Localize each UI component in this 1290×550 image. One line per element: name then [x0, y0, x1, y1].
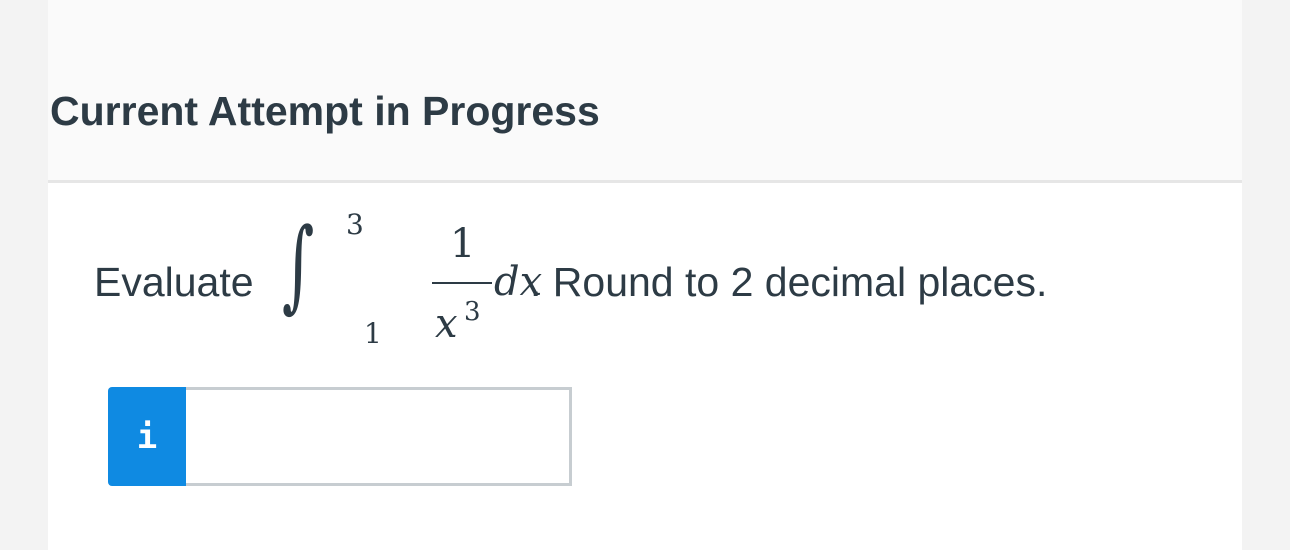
question-prefix: Evaluate [94, 259, 254, 305]
integral-sign: ∫ [282, 206, 315, 323]
fraction-bar [432, 282, 492, 284]
question-page: Current Attempt in Progress Evaluate ∫ 3… [48, 0, 1242, 550]
fraction-denominator-exponent: 3 [464, 297, 481, 327]
question-text: Evaluate ∫ 3 1 1 x 3 dx . Round to 2 dec… [94, 205, 1234, 355]
question-suffix: . Round to 2 decimal places. [530, 259, 1048, 305]
fraction-numerator: 1 [450, 221, 476, 267]
answer-row: i [108, 387, 574, 486]
info-icon: i [136, 416, 158, 457]
page-title: Current Attempt in Progress [50, 88, 600, 134]
info-button[interactable]: i [108, 387, 186, 486]
attempt-header: Current Attempt in Progress [48, 0, 1242, 183]
integral-upper-limit: 3 [346, 208, 364, 241]
fraction-denominator-base: x [435, 301, 458, 347]
answer-input[interactable] [186, 387, 572, 486]
integral-lower-limit: 1 [364, 317, 382, 350]
